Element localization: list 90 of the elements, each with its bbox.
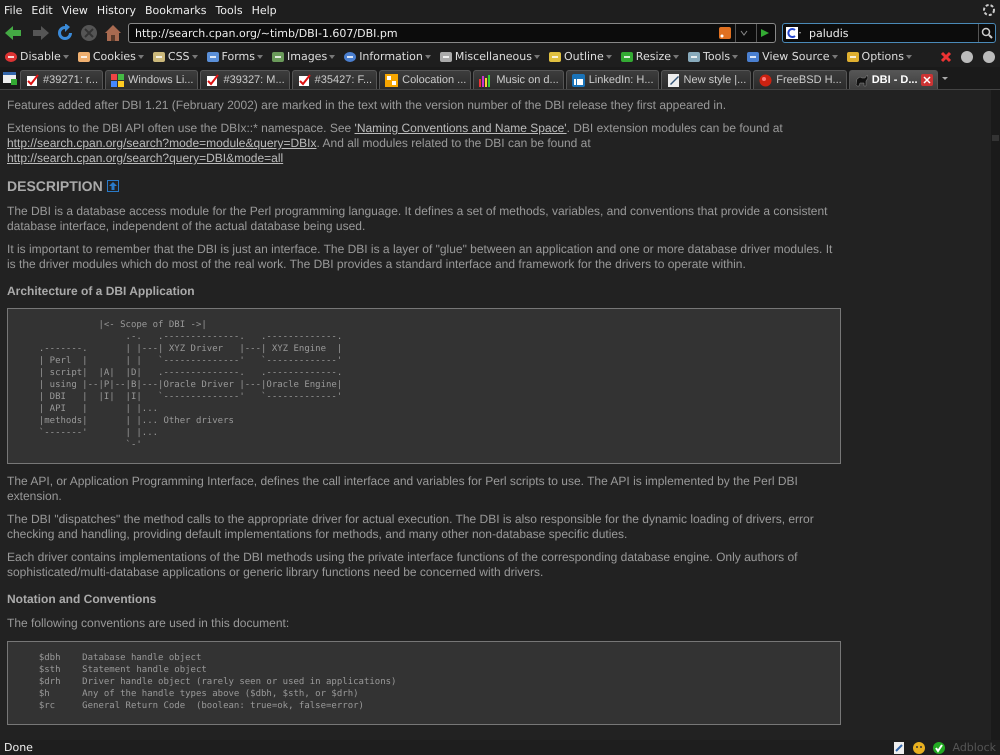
caret-icon (732, 54, 738, 58)
paragraph: The API, or Application Programming Interface, defines the call interface and variables for Perl scripts to use. The API is implemented by the Perl DBI extension. (7, 474, 799, 504)
dropdown-icon[interactable] (740, 30, 748, 36)
caret-icon (192, 54, 198, 58)
document-icon[interactable] (892, 740, 906, 754)
scrollbar[interactable] (991, 90, 1000, 740)
caret-icon (138, 54, 144, 58)
top-arrow-icon[interactable] (106, 180, 119, 192)
browser-tab[interactable]: #35427: F... (292, 70, 378, 89)
toolbar-menu-button[interactable]: Tools (687, 50, 738, 64)
status-text: Done (4, 741, 33, 754)
smiley-icon[interactable] (912, 740, 926, 754)
address-field[interactable]: http://search.cpan.org/~timb/DBI-1.607/DBI.pm (133, 26, 715, 40)
favicon-icon (758, 72, 774, 88)
favicon-icon (854, 72, 869, 88)
caret-icon (62, 54, 69, 58)
browser-tab[interactable]: DBI - D... (848, 70, 938, 89)
caret-icon (832, 54, 838, 58)
favicon-icon (666, 72, 681, 88)
menu-item[interactable]: Bookmarks (144, 4, 206, 16)
caret-icon (673, 54, 680, 58)
favicon-icon (570, 72, 586, 88)
menu-item[interactable]: Tools (215, 4, 243, 16)
paragraph: The following conventions are used in this document: (7, 616, 290, 631)
subsection-heading: Architecture of a DBI Application (7, 284, 196, 298)
go-icon[interactable] (760, 28, 770, 38)
browser-tab[interactable]: #39271: r... (20, 70, 104, 89)
paragraph: Features added after DBI 1.21 (February 2002) are marked in the text with the version number of the DBI release they first appeared in. (7, 98, 728, 113)
favicon-icon (384, 72, 400, 88)
code-block: |<- Scope of DBI ->| .-. .--------------. .-------------. .-------. | |---| XYZ Driver |---| XYZ Engine | | Perl | | | `--------------' `-------------' | script| |A| |D| .--------------. .-------------. | using |--|P|--|B|---|Oracle Driver |---|Oracle Engine| | DBI | |I| |I| `--------------' `-------------' | API | | |... |methods| | |... Other drivers `-------' | |... `-' (7, 308, 841, 464)
browser-tab[interactable]: #39327: M... (200, 70, 290, 89)
favicon-icon (296, 72, 312, 88)
paragraph: The DBI is a database access module for the Perl programming language. It defines a set of methods, variables, and conventions that provide a consistent database interface, independent of the actual database being used. (7, 204, 828, 234)
browser-tab[interactable]: Music on d... (473, 70, 564, 89)
subsection-heading: Notation and Conventions (7, 592, 158, 606)
paragraph: Each driver contains implementations of the DBI methods using the private interface functions of the corresponding database engine. Only authors of sophisticated/multi-database applications or generic library functions need be concerned with drivers. (7, 550, 798, 580)
toolbar-menu-button[interactable]: Disable (4, 50, 69, 64)
browser-tab[interactable]: FreeBSD H... (753, 70, 847, 89)
menu-item[interactable]: Help (252, 4, 277, 16)
paragraph: The DBI "dispatches" the method calls to the appropriate driver for actual execution. The DBI is also responsible for the dynamic loading of drivers, error checking and handling, providing default implementations for methods, and many other non-database specific duties. (7, 512, 815, 542)
toolbar-menu-button[interactable]: Forms (206, 50, 263, 64)
toolbar-menu-button[interactable]: View Source (746, 50, 838, 64)
check-icon[interactable] (932, 740, 946, 754)
menu-item[interactable]: History (96, 4, 136, 16)
paragraph: It is important to remember that the DBI is just an interface. The DBI is a layer of "glue" between an application and one or more database driver modules. It is the driver modules which do most of the real work. The DBI provides a standard interface and framework for the drivers to operate within. (7, 242, 834, 272)
menu-item[interactable]: View (62, 4, 88, 16)
favicon-icon (25, 72, 40, 88)
link[interactable]: http://search.cpan.org/search?query=DBI&mode=all (7, 151, 284, 165)
back-icon[interactable] (4, 25, 24, 41)
caret-icon (424, 54, 431, 58)
new-tab-icon[interactable] (2, 70, 18, 86)
toolbar-menu-button[interactable]: Images (271, 50, 336, 64)
browser-tab[interactable]: Colocation ... (379, 70, 472, 89)
close-icon[interactable] (940, 50, 952, 62)
caret-icon (906, 54, 912, 58)
search-bar[interactable]: paludis (782, 23, 996, 43)
menu-item[interactable]: File (4, 4, 22, 16)
throbber-icon (982, 3, 996, 17)
status-dot-icon (960, 50, 974, 64)
address-bar[interactable]: http://search.cpan.org/~timb/DBI-1.607/DBI.pm (128, 23, 776, 43)
caret-icon (534, 54, 540, 58)
menu-item[interactable]: Edit (31, 4, 53, 16)
search-engine-icon[interactable] (785, 26, 803, 40)
search-icon[interactable] (981, 27, 993, 39)
code-block: $dbh Database handle object $sth Statement handle object $drh Driver handle object (rarely seen or used in applications) $h Any of the handle types above ($dbh, $sth, or $drh) $rc General Return Code (boolean: true=ok, false=error) (7, 641, 841, 725)
caret-icon (329, 54, 336, 58)
favicon-icon (110, 72, 126, 88)
caret-icon (257, 54, 263, 58)
toolbar-menu-button[interactable]: Options (846, 50, 912, 64)
link[interactable]: 'Naming Conventions and Name Space' (354, 121, 567, 135)
browser-tab[interactable]: LinkedIn: H... (566, 70, 659, 89)
home-icon[interactable] (104, 24, 122, 42)
toolbar-menu-button[interactable]: CSS (152, 50, 198, 64)
toolbar-menu-button[interactable]: Outline (548, 50, 612, 64)
link[interactable]: http://search.cpan.org/search?mode=module&query=DBIx (7, 136, 317, 150)
paragraph: Extensions to the DBI API often use the DBIx::* namespace. See 'Naming Conventions and Name Space'. DBI extension modules can be found at http://search.cpan.org/search?mode=module&query=DBIx. And all modules related to the DBI can be found at http://search.cpan.org/search?query=DBI&mode=all (7, 121, 784, 166)
toolbar-menu-button[interactable]: Miscellaneous (438, 50, 540, 64)
toolbar-menu-button[interactable]: Resize (620, 50, 680, 64)
favicon-icon (205, 72, 220, 88)
status-dot-icon (982, 50, 996, 64)
search-field[interactable]: paludis (807, 26, 974, 40)
toolbar-menu-button[interactable]: Information (343, 50, 431, 64)
toolbar-menu-button[interactable]: Cookies (76, 50, 144, 64)
close-tab-icon[interactable] (920, 74, 933, 86)
rss-icon[interactable] (719, 27, 731, 39)
browser-tab[interactable]: Windows Li... (105, 70, 198, 89)
caret-icon (606, 54, 612, 58)
section-heading: DESCRIPTION (7, 178, 103, 194)
reload-icon[interactable] (56, 24, 74, 42)
browser-tab[interactable]: New style |... (660, 70, 752, 89)
